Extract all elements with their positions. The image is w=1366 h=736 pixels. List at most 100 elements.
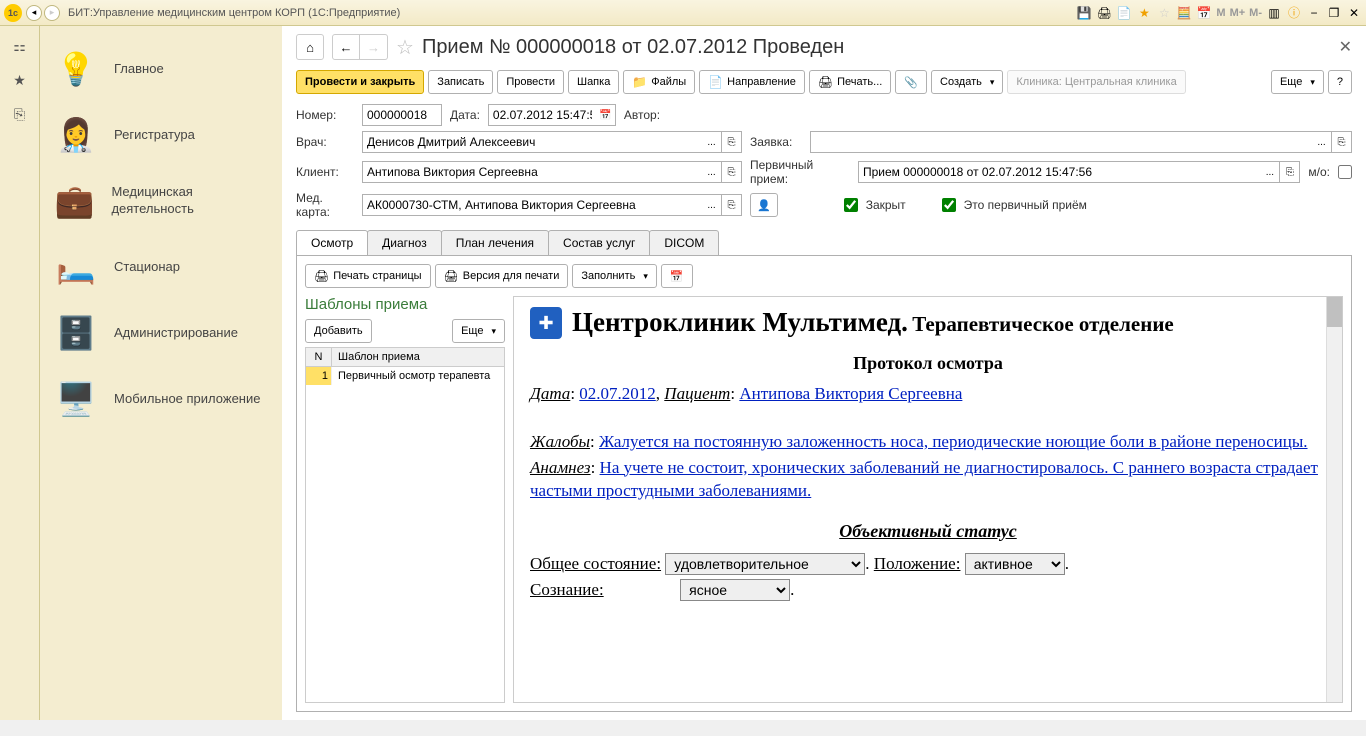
- window-title: БИТ:Управление медицинским центром КОРП …: [68, 7, 1076, 19]
- position-label: Положение:: [874, 554, 961, 573]
- nav-fwd-icon[interactable]: ▸: [44, 5, 60, 21]
- min-icon[interactable]: −: [1306, 5, 1322, 21]
- cal-icon[interactable]: 📅: [1196, 5, 1212, 21]
- home-button[interactable]: ⌂: [296, 34, 324, 60]
- primary-input[interactable]: [858, 161, 1260, 183]
- date-label: Дата:: [450, 108, 480, 122]
- anamnesis-link[interactable]: На учете не состоит, хронических заболев…: [530, 458, 1318, 501]
- sidebar-item-main[interactable]: 💡Главное: [40, 36, 282, 102]
- napr-button[interactable]: 📄Направление: [699, 70, 805, 94]
- doc-icon[interactable]: 📄: [1116, 5, 1132, 21]
- open-icon[interactable]: ⎘: [1332, 131, 1352, 153]
- sidebar-item-medical[interactable]: 💼Медицинская деятельность: [40, 168, 282, 234]
- files-button[interactable]: 📁Файлы: [623, 70, 695, 94]
- cal-tool-button[interactable]: 📅: [661, 264, 693, 288]
- select-icon[interactable]: ...: [702, 194, 722, 216]
- position-select[interactable]: активное: [965, 553, 1065, 575]
- star-icon[interactable]: ★: [1136, 5, 1152, 21]
- person-button[interactable]: 👤: [750, 193, 778, 217]
- panel-icon[interactable]: ▥: [1266, 5, 1282, 21]
- cap-button[interactable]: Шапка: [568, 70, 619, 94]
- complaints-link[interactable]: Жалуется на постоянную заложенность носа…: [599, 432, 1308, 451]
- fill-button[interactable]: Заполнить: [572, 264, 657, 288]
- print-button[interactable]: 🖨Печать...: [809, 70, 891, 94]
- proto-date-label: Дата: [530, 384, 570, 403]
- mminus-btn[interactable]: M-: [1249, 5, 1262, 21]
- date-input[interactable]: [488, 104, 596, 126]
- sidebar-item-registry[interactable]: 👩‍⚕️Регистратура: [40, 102, 282, 168]
- col-name: Шаблон приема: [332, 348, 504, 366]
- back-button[interactable]: ←: [332, 34, 360, 60]
- favorite-toggle[interactable]: ☆: [396, 35, 414, 60]
- star2-icon[interactable]: ☆: [1156, 5, 1172, 21]
- tab-osmotr[interactable]: Осмотр: [296, 230, 368, 255]
- close-icon[interactable]: ✕: [1346, 5, 1362, 21]
- select-icon[interactable]: ...: [1312, 131, 1332, 153]
- info-icon[interactable]: ⓘ: [1286, 5, 1302, 21]
- doc-toolbar: Провести и закрыть Записать Провести Шап…: [296, 70, 1352, 94]
- mplus-btn[interactable]: M+: [1230, 5, 1246, 21]
- apps-icon[interactable]: ⚏: [10, 36, 30, 56]
- tab-diagnoz[interactable]: Диагноз: [367, 230, 442, 255]
- more-button[interactable]: Еще: [1271, 70, 1324, 94]
- select-icon[interactable]: ...: [702, 131, 722, 153]
- open-icon[interactable]: ⎘: [722, 131, 742, 153]
- table-row[interactable]: 1 Первичный осмотр терапевта: [306, 367, 504, 385]
- protocol-pane: ✚ Центроклиник Мультимед. Терапевтическо…: [513, 296, 1343, 703]
- tab-dicom[interactable]: DICOM: [649, 230, 719, 255]
- tab-sostav[interactable]: Состав услуг: [548, 230, 650, 255]
- max-icon[interactable]: ❐: [1326, 5, 1342, 21]
- request-input[interactable]: [810, 131, 1312, 153]
- link-button[interactable]: 📎: [895, 70, 927, 94]
- select-icon[interactable]: ...: [702, 161, 722, 183]
- proto-patient-link[interactable]: Антипова Виктория Сергеевна: [739, 384, 962, 403]
- scroll-thumb[interactable]: [1327, 297, 1342, 327]
- mo-checkbox[interactable]: [1338, 165, 1352, 179]
- help-button[interactable]: ?: [1328, 70, 1352, 94]
- doctor-input[interactable]: [362, 131, 702, 153]
- close-doc-button[interactable]: ✕: [1339, 37, 1352, 57]
- post-close-button[interactable]: Провести и закрыть: [296, 70, 424, 94]
- print-ver-button[interactable]: 🖨Версия для печати: [435, 264, 569, 288]
- open-icon[interactable]: ⎘: [722, 194, 742, 216]
- card-input[interactable]: [362, 194, 702, 216]
- history-icon[interactable]: ⎘: [10, 104, 30, 124]
- scrollbar[interactable]: [1326, 297, 1342, 702]
- doc-title: Прием № 000000018 от 02.07.2012 Проведен: [422, 36, 844, 59]
- closed-checkbox[interactable]: [844, 198, 858, 212]
- fwd-button[interactable]: →: [360, 34, 388, 60]
- isprimary-checkbox[interactable]: [942, 198, 956, 212]
- add-button[interactable]: Добавить: [305, 319, 372, 343]
- print-icon[interactable]: 🖨: [1096, 5, 1112, 21]
- fav-icon[interactable]: ★: [10, 70, 30, 90]
- lamp-icon: 💡: [52, 45, 100, 93]
- mo-label: м/о:: [1308, 165, 1330, 179]
- general-select[interactable]: удовлетворительное: [665, 553, 865, 575]
- sidebar-item-mobile[interactable]: 🖥️Мобильное приложение: [40, 366, 282, 432]
- m-btn[interactable]: M: [1216, 5, 1225, 21]
- number-label: Номер:: [296, 108, 354, 122]
- tabs: Осмотр Диагноз План лечения Состав услуг…: [296, 230, 1352, 256]
- doctor-label: Врач:: [296, 135, 354, 149]
- proto-date-link[interactable]: 02.07.2012: [579, 384, 656, 403]
- create-button[interactable]: Создать: [931, 70, 1003, 94]
- sidebar-item-hospital[interactable]: 🛏️Стационар: [40, 234, 282, 300]
- tab-plan[interactable]: План лечения: [441, 230, 549, 255]
- number-input[interactable]: [362, 104, 442, 126]
- calendar-icon[interactable]: 📅: [596, 104, 616, 126]
- printer-icon: 🖨: [818, 75, 833, 89]
- conscious-label: Сознание:: [530, 580, 604, 599]
- nav-back-icon[interactable]: ◂: [26, 5, 42, 21]
- open-icon[interactable]: ⎘: [722, 161, 742, 183]
- sidebar-item-admin[interactable]: 🗄️Администрирование: [40, 300, 282, 366]
- calc-icon[interactable]: 🧮: [1176, 5, 1192, 21]
- select-icon[interactable]: ...: [1260, 161, 1280, 183]
- conscious-select[interactable]: ясное: [680, 579, 790, 601]
- write-button[interactable]: Записать: [428, 70, 493, 94]
- save-icon[interactable]: 💾: [1076, 5, 1092, 21]
- open-icon[interactable]: ⎘: [1280, 161, 1300, 183]
- post-button[interactable]: Провести: [497, 70, 564, 94]
- more-templates-button[interactable]: Еще: [452, 319, 505, 343]
- print-page-button[interactable]: 🖨Печать страницы: [305, 264, 431, 288]
- client-input[interactable]: [362, 161, 702, 183]
